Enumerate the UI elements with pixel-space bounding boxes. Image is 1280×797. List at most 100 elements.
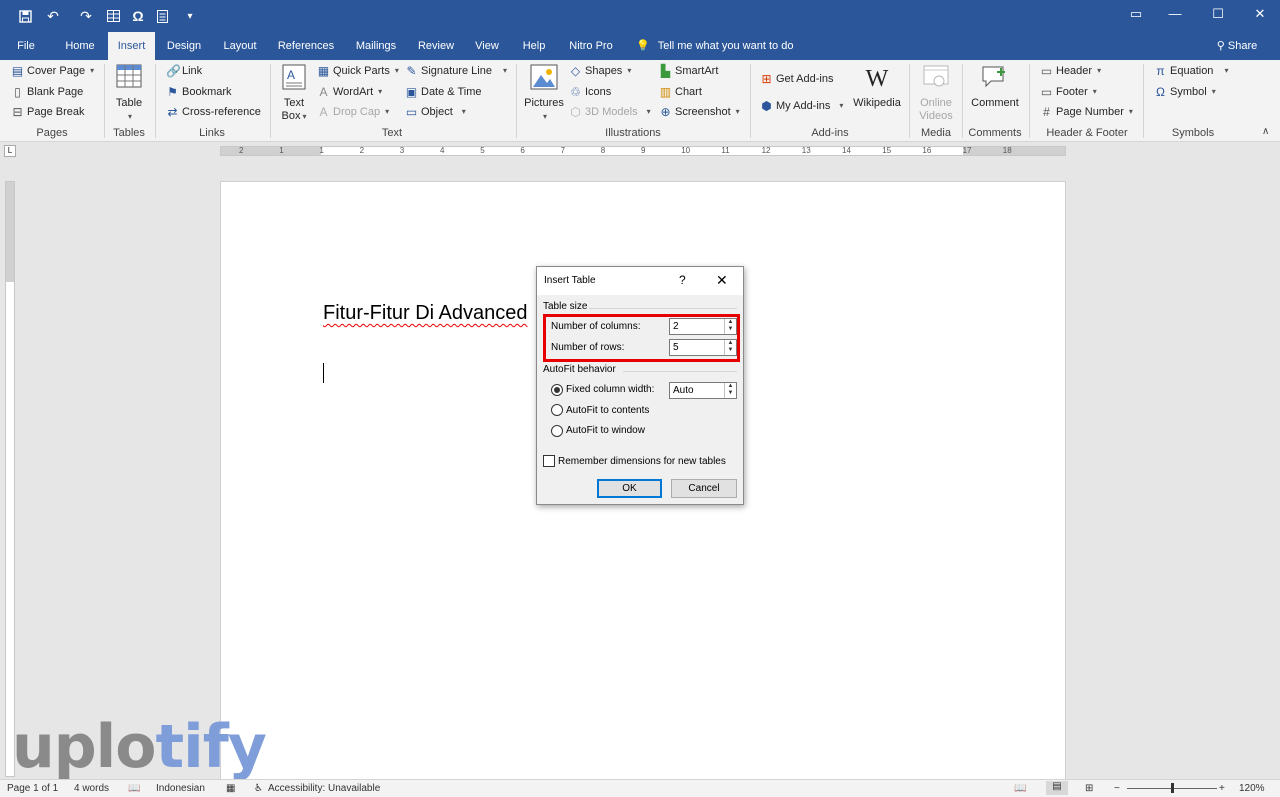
header-button[interactable]: ▭ Header ▾ (1040, 62, 1101, 80)
tab-insert[interactable]: Insert (108, 32, 155, 60)
page-number-icon: # (1043, 104, 1050, 119)
undo-icon[interactable]: ↶ (42, 7, 64, 25)
chevron-down-icon: ▾ (839, 101, 844, 110)
shapes-button[interactable]: ◇ Shapes ▾ (569, 62, 631, 80)
ruler-tick-label: 7 (560, 146, 566, 155)
get-addins-button[interactable]: ⊞ Get Add-ins (760, 70, 833, 88)
my-addins-button[interactable]: ⬢ My Add-ins ▾ (760, 97, 843, 115)
vertical-ruler[interactable] (5, 181, 15, 777)
macro-icon[interactable]: ▦ (226, 783, 235, 794)
object-icon: ▭ (405, 104, 418, 119)
drop-cap-button[interactable]: A Drop Cap ▾ (317, 103, 389, 121)
signature-line-button[interactable]: ✎ Signature Line ▾ (405, 62, 507, 80)
chevron-down-icon: ▾ (302, 112, 307, 121)
smartart-button[interactable]: ▙ SmartArt (659, 62, 719, 80)
ok-button[interactable]: OK (597, 479, 662, 498)
page-break-button[interactable]: ⊟ Page Break (11, 103, 84, 121)
tab-mailings[interactable]: Mailings (349, 32, 403, 60)
save-icon[interactable] (16, 7, 34, 25)
redo-icon[interactable]: ↷ (76, 7, 96, 25)
comment-icon (980, 64, 1010, 94)
cover-page-button[interactable]: ▤ Cover Page ▾ (11, 62, 94, 80)
help-icon[interactable]: ? (679, 273, 686, 287)
omega-icon[interactable]: Ω (129, 7, 147, 25)
blank-page-button[interactable]: ▯ Blank Page (11, 83, 83, 101)
3d-models-button[interactable]: ⬡ 3D Models ▾ (569, 103, 650, 121)
online-videos-button[interactable]: Online Videos (915, 64, 957, 123)
zoom-level[interactable]: 120% (1239, 783, 1265, 794)
close-icon[interactable]: ✕ (1245, 6, 1275, 22)
tab-home[interactable]: Home (58, 32, 102, 60)
ruler-tick-label: 12 (761, 146, 771, 155)
tab-selector[interactable]: L (4, 145, 16, 157)
tab-help[interactable]: Help (518, 32, 550, 60)
screenshot-button[interactable]: ⊕ Screenshot ▾ (659, 103, 739, 121)
word-count[interactable]: 4 words (74, 783, 109, 794)
ruler-tick-label: 14 (842, 146, 851, 155)
document-heading[interactable]: Fitur-Fitur Di Advanced (323, 302, 528, 325)
text-box-button[interactable]: A Text Box ▾ (278, 64, 310, 123)
proofing-icon[interactable]: 📖 (128, 783, 140, 794)
remember-dimensions-checkbox[interactable] (543, 455, 555, 467)
maximize-icon[interactable]: ☐ (1203, 6, 1233, 22)
tab-review[interactable]: Review (414, 32, 458, 60)
footer-button[interactable]: ▭ Footer ▾ (1040, 83, 1097, 101)
document-icon[interactable] (154, 7, 170, 25)
zoom-out-button[interactable]: − (1114, 783, 1120, 794)
ruler-tick-label: 16 (922, 146, 932, 155)
tab-design[interactable]: Design (162, 32, 206, 60)
divider (1029, 64, 1030, 138)
symbol-button[interactable]: Ω Symbol ▾ (1154, 83, 1216, 101)
cross-reference-button[interactable]: ⇄ Cross-reference (166, 103, 260, 121)
tell-me-search[interactable]: 💡 Tell me what you want to do (636, 32, 806, 60)
quick-parts-button[interactable]: ▦ Quick Parts ▾ (317, 62, 399, 80)
web-layout-icon[interactable]: ⊞ (1085, 783, 1093, 794)
chart-button[interactable]: ▥ Chart (659, 83, 702, 101)
read-mode-icon[interactable]: 📖 (1014, 783, 1026, 794)
ruler-tick-label: 18 (1002, 146, 1012, 155)
uplotify-logo: uplotify (12, 712, 267, 782)
autofit-window-radio[interactable] (551, 425, 563, 437)
cancel-button[interactable]: Cancel (671, 479, 737, 498)
zoom-in-button[interactable]: + (1219, 783, 1225, 794)
wikipedia-button[interactable]: W Wikipedia (852, 64, 902, 110)
chevron-down-icon: ▾ (90, 66, 95, 75)
object-button[interactable]: ▭ Object ▾ (405, 103, 466, 121)
table-grid-icon (114, 64, 144, 94)
header-icon: ▭ (1040, 63, 1053, 78)
language[interactable]: Indonesian (156, 783, 205, 794)
fixed-width-radio[interactable] (551, 384, 563, 396)
zoom-slider-thumb[interactable] (1171, 783, 1174, 793)
tab-layout[interactable]: Layout (218, 32, 262, 60)
tab-references[interactable]: References (275, 32, 337, 60)
equation-button[interactable]: π Equation ▾ (1154, 62, 1228, 80)
print-layout-icon[interactable]: ▤ (1046, 781, 1068, 795)
minimize-icon[interactable]: — (1160, 6, 1190, 21)
bookmark-button[interactable]: ⚑ Bookmark (166, 83, 231, 101)
accessibility-status[interactable]: Accessibility: Unavailable (268, 783, 380, 794)
date-time-button[interactable]: ▣ Date & Time (405, 83, 482, 101)
comment-button[interactable]: Comment (968, 64, 1022, 110)
fixed-width-stepper[interactable]: Auto ▲ ▼ (669, 382, 737, 399)
tab-view[interactable]: View (470, 32, 504, 60)
table-icon[interactable] (104, 7, 122, 25)
share-button[interactable]: ⚲ Share (1212, 32, 1262, 60)
autofit-contents-radio[interactable] (551, 404, 563, 416)
quick-parts-label: Quick Parts (333, 65, 390, 77)
page-count[interactable]: Page 1 of 1 (7, 783, 58, 794)
page-number-button[interactable]: # Page Number ▾ (1040, 103, 1133, 121)
customize-icon[interactable]: ▾ (183, 7, 197, 25)
comment-label: Comment (971, 97, 1019, 109)
pictures-button[interactable]: Pictures ▾ (524, 64, 564, 123)
tab-file[interactable]: File (10, 32, 42, 60)
horizontal-ruler[interactable]: 2 1 1 2 3 4 5 6 7 8 9 10 11 12 13 14 15 16 17 18 (220, 146, 1066, 156)
collapse-ribbon-icon[interactable]: ∧ (1262, 126, 1269, 137)
wordart-button[interactable]: A WordArt ▾ (317, 83, 382, 101)
ribbon-display-icon[interactable]: ▭ (1121, 6, 1151, 22)
spin-arrows-icon[interactable]: ▲ ▼ (724, 383, 736, 398)
table-button[interactable]: Table ▾ (112, 64, 146, 123)
icons-button[interactable]: ♲ Icons (569, 83, 611, 101)
close-icon[interactable]: ✕ (716, 272, 728, 289)
tab-nitro-pro[interactable]: Nitro Pro (562, 32, 620, 60)
link-button[interactable]: 🔗 Link (166, 62, 202, 80)
